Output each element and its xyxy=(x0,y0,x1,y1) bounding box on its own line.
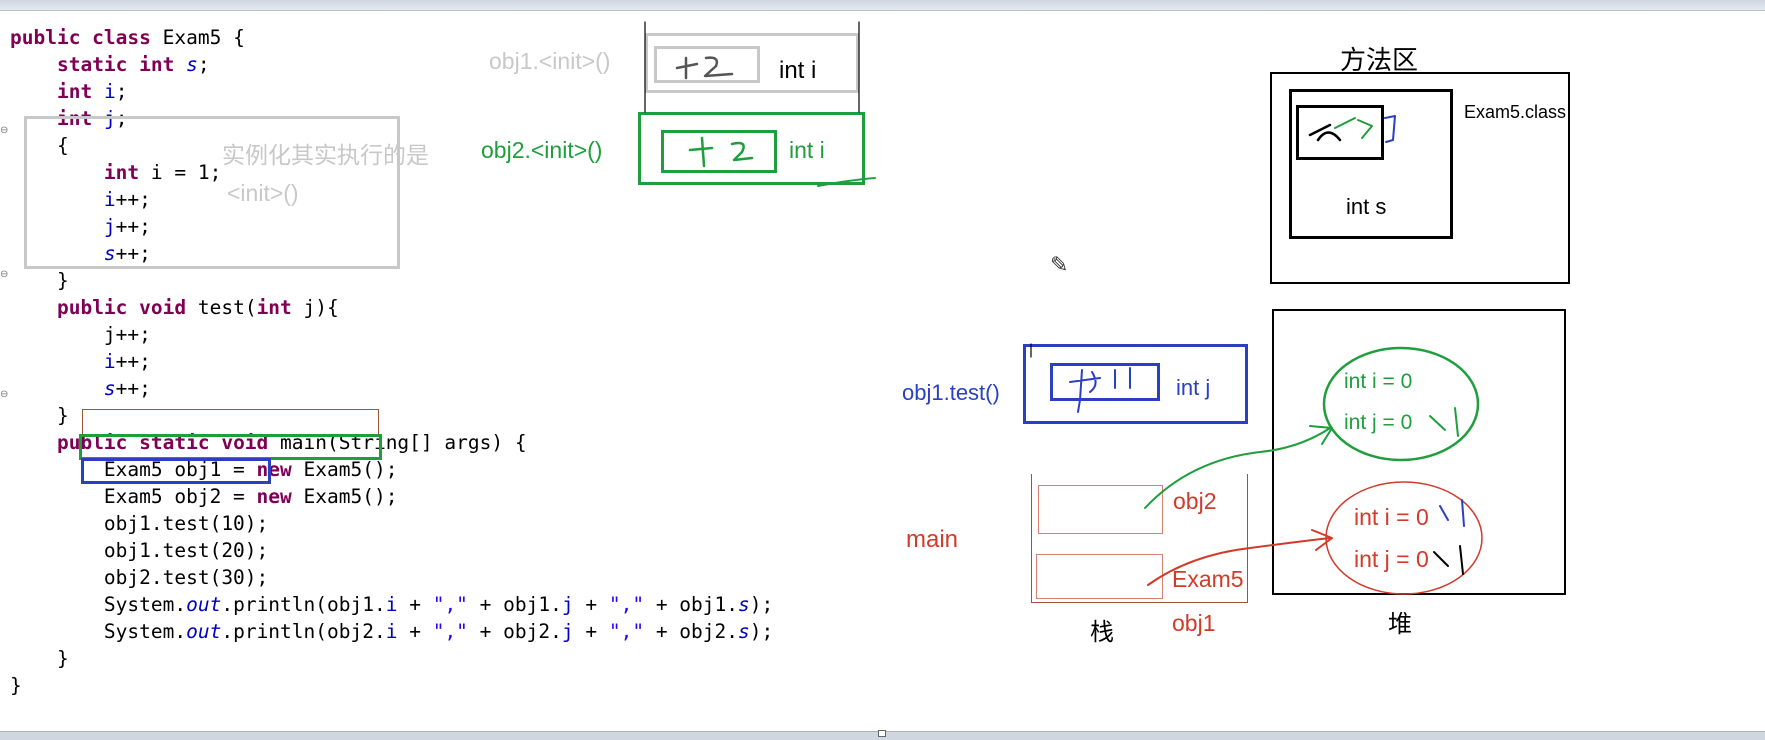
resize-handle[interactable] xyxy=(878,730,886,737)
obj1-ref-arrow xyxy=(1147,529,1333,586)
obj2-init-scribble xyxy=(688,136,754,168)
static-s-green xyxy=(1334,117,1373,139)
obj1-heap-object xyxy=(1325,481,1483,595)
obj1-init-scribble xyxy=(675,56,734,80)
handwriting-layer xyxy=(644,21,1483,595)
obj2-ref-arrow xyxy=(1144,425,1333,509)
heap-red-i-edit xyxy=(1439,499,1465,527)
obj2-frame-underline xyxy=(817,177,876,187)
static-s-blue xyxy=(1384,115,1396,143)
obj2-heap-object xyxy=(1322,346,1480,462)
heap-green-edits xyxy=(1429,407,1459,437)
obj1-test-scribble xyxy=(1069,367,1131,413)
heap-red-j-edit xyxy=(1433,545,1464,575)
